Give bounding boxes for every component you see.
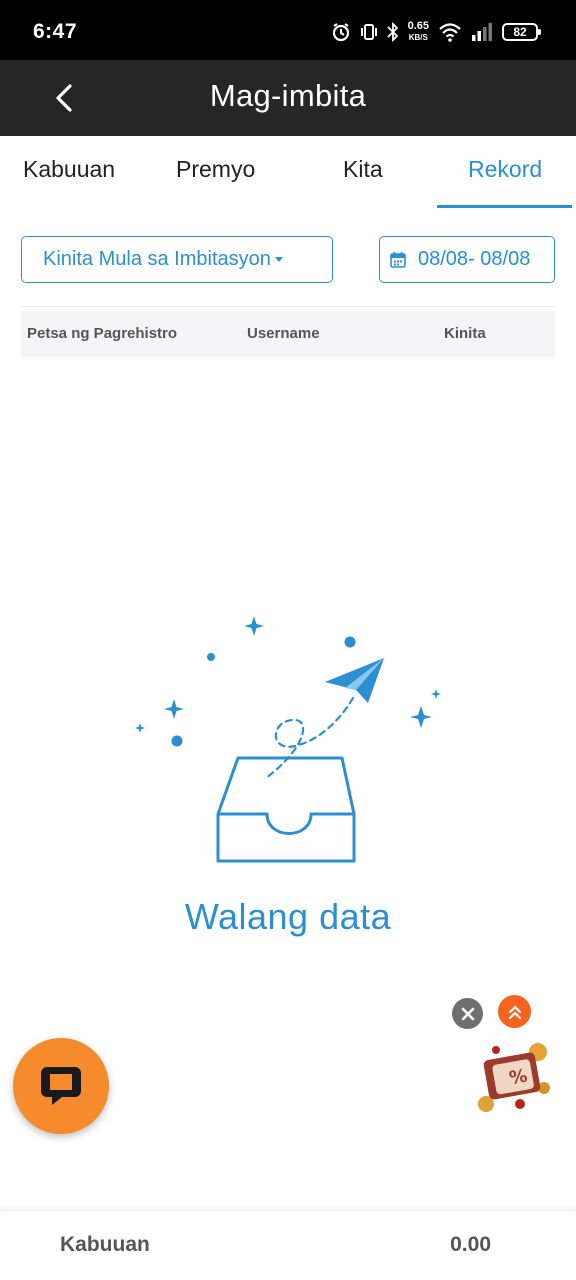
- vibrate-icon: [360, 24, 377, 40]
- scroll-to-top-button[interactable]: [498, 995, 531, 1028]
- status-time: 6:47: [33, 20, 78, 43]
- sparkle-icon: [164, 699, 184, 719]
- total-footer: Kabuuan 0.00: [0, 1210, 576, 1280]
- tab-rekord[interactable]: Rekord: [468, 156, 542, 183]
- tab-bar: Kabuuan Premyo Kita Rekord: [0, 136, 576, 210]
- page-title: Mag-imbita: [209, 78, 367, 113]
- column-header-username: Username: [247, 325, 320, 342]
- divider: [21, 306, 555, 307]
- status-bar: 6:47 0.65 KB/S 82: [0, 0, 576, 60]
- dropdown-caret-icon: [274, 257, 283, 262]
- calendar-icon: [390, 252, 406, 268]
- net-speed-value: 0.65: [407, 20, 429, 32]
- sparkle-icon: [410, 706, 432, 728]
- chat-bubble-icon: [41, 1067, 81, 1105]
- tab-kita[interactable]: Kita: [343, 156, 383, 183]
- tab-premyo[interactable]: Premyo: [176, 156, 255, 183]
- sparkle-icon: [244, 616, 264, 636]
- battery-indicator: 82: [502, 23, 541, 41]
- active-tab-indicator: [437, 205, 572, 208]
- earnings-type-value: Kinita Mula sa Imbitasyon: [43, 248, 271, 270]
- net-speed-unit: KB/S: [408, 33, 428, 42]
- sparkle-icon: [135, 723, 145, 733]
- status-icons: 0.65 KB/S 82: [331, 18, 541, 46]
- tab-kabuuan[interactable]: Kabuuan: [23, 156, 115, 183]
- svg-text:%: %: [508, 1066, 529, 1090]
- empty-inbox-illustration: [135, 616, 441, 863]
- column-header-registration-date: Petsa ng Pagrehistro: [27, 325, 178, 342]
- app-header: Mag-imbita: [0, 60, 576, 136]
- total-value: 0.00: [450, 1233, 491, 1256]
- alarm-icon: [332, 23, 349, 42]
- sparkle-icon: [431, 689, 441, 699]
- bluetooth-icon: [386, 22, 398, 42]
- wifi-icon: [439, 23, 461, 42]
- net-speed: 0.65 KB/S: [408, 21, 429, 43]
- table-header: Petsa ng Pagrehistro Username Kinita: [21, 311, 555, 357]
- total-label: Kabuuan: [60, 1233, 150, 1256]
- gift-discount-icon[interactable]: %: [472, 1038, 556, 1116]
- empty-state-text: Walang data: [184, 896, 392, 937]
- signal-icon: [472, 23, 492, 41]
- close-promo-button[interactable]: [452, 998, 483, 1029]
- date-range-value: 08/08- 08/08: [418, 248, 531, 270]
- double-chevron-up-icon: [508, 1005, 521, 1019]
- close-icon: [461, 1007, 474, 1020]
- date-range-picker[interactable]: 08/08- 08/08: [379, 236, 555, 283]
- earnings-type-select[interactable]: Kinita Mula sa Imbitasyon: [21, 236, 333, 283]
- chat-support-button[interactable]: [13, 1038, 109, 1134]
- column-header-earnings: Kinita: [444, 325, 486, 342]
